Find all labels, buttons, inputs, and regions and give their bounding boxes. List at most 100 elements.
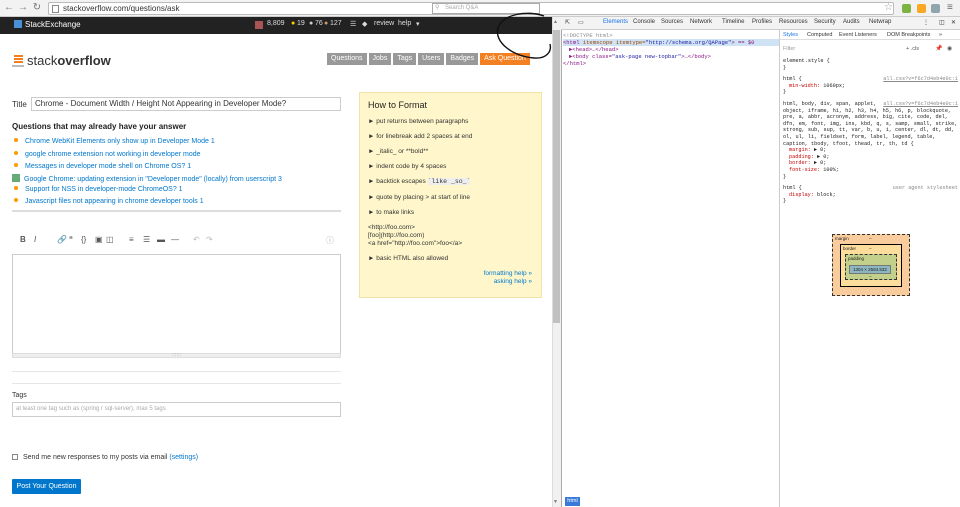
tab-audits[interactable]: Audits	[843, 19, 860, 25]
nav-users[interactable]: Users	[418, 53, 445, 65]
toggle-element-state-icon[interactable]: ◉	[947, 45, 952, 52]
tab-network[interactable]: Network	[690, 19, 712, 25]
tab-styles[interactable]: Styles	[783, 32, 798, 38]
back-icon[interactable]: ←	[3, 2, 15, 14]
nav-badges[interactable]: Badges	[446, 53, 479, 65]
how-to-format-heading: How to Format	[368, 100, 428, 110]
similar-question-item[interactable]: google chrome extension not working in d…	[14, 151, 334, 158]
tab-console[interactable]: Console	[633, 19, 655, 25]
tab-timeline[interactable]: Timeline	[722, 19, 744, 25]
close-devtools-icon[interactable]: ✕	[951, 19, 956, 26]
extension-icon[interactable]	[917, 4, 926, 13]
italic-icon[interactable]: I	[34, 235, 36, 244]
forward-icon[interactable]: →	[17, 2, 29, 14]
snippet-icon[interactable]: ◫	[106, 235, 114, 244]
tab-profiles[interactable]: Profiles	[752, 19, 772, 25]
tab-resources[interactable]: Resources	[779, 19, 808, 25]
so-logo[interactable]: stackoverflow	[12, 53, 111, 68]
tab-sources[interactable]: Sources	[661, 19, 683, 25]
tab-elements[interactable]: Elements	[603, 19, 628, 25]
dock-icon[interactable]: ◫	[939, 19, 945, 26]
device-mode-icon[interactable]: ▭	[578, 19, 584, 26]
tab-computed[interactable]: Computed	[807, 32, 832, 38]
css-selector[interactable]: element.style {	[783, 58, 958, 65]
bookmark-star-icon[interactable]: ☆	[884, 2, 893, 14]
scroll-up-icon[interactable]: ▲	[553, 19, 558, 25]
redo-icon[interactable]: ↷	[206, 235, 213, 244]
tab-event-listeners[interactable]: Event Listeners	[839, 32, 877, 38]
bronze-badge-count: 127	[330, 20, 342, 27]
dom-node-selected[interactable]: <html itemscope itemtype="http://schema.…	[563, 39, 779, 46]
help-link[interactable]: help	[398, 20, 411, 27]
scroll-down-icon[interactable]: ▼	[553, 499, 558, 505]
styles-filter-input[interactable]: Filter	[783, 46, 795, 52]
devtools-tabbar: ⇱ ▭ Elements Console Sources Network Tim…	[561, 17, 960, 30]
tags-input[interactable]: at least one tag such as (spring r sql-s…	[12, 402, 341, 417]
post-question-button[interactable]: Post Your Question	[12, 479, 81, 494]
tab-dom-breakpoints[interactable]: DOM Breakpoints	[887, 32, 930, 38]
site-switcher-icon[interactable]: ▾	[416, 20, 420, 28]
tab-security[interactable]: Security	[814, 19, 836, 25]
tags-label: Tags	[12, 392, 27, 399]
vote-indicator-icon	[14, 163, 18, 167]
heading-icon[interactable]: ▬	[157, 235, 165, 244]
editor-help-icon[interactable]: ⓘ	[326, 235, 334, 246]
pin-icon[interactable]: 📌	[935, 45, 942, 52]
dom-node[interactable]: </html>	[563, 60, 779, 67]
asking-help-link[interactable]: asking help »	[494, 278, 532, 285]
dom-node[interactable]: ►<head>…</head>	[563, 46, 779, 53]
bold-icon[interactable]: B	[20, 235, 26, 244]
undo-icon[interactable]: ↶	[193, 235, 200, 244]
blockquote-icon[interactable]: “	[69, 235, 73, 244]
tab-netwrap[interactable]: Netwrap	[869, 19, 891, 25]
bulleted-list-icon[interactable]: ☰	[143, 235, 150, 244]
settings-link[interactable]: (settings)	[169, 454, 198, 461]
dom-breadcrumb[interactable]: html	[565, 497, 580, 506]
page-scrollbar-thumb[interactable]	[553, 30, 560, 323]
accepted-answer-icon	[12, 174, 20, 182]
dom-node[interactable]: ►<body class="ask-page new-topbar">…</bo…	[563, 53, 779, 60]
more-tabs-icon[interactable]: »	[939, 32, 942, 38]
email-notify-checkbox[interactable]	[12, 454, 18, 460]
css-selector[interactable]: html {	[783, 76, 802, 82]
css-selector[interactable]: html {	[783, 185, 802, 191]
achievements-icon[interactable]: ◆	[362, 20, 367, 28]
link-icon[interactable]: 🔗	[57, 235, 67, 244]
similar-question-item[interactable]: Messages in developer mode shell on Chro…	[14, 163, 334, 170]
similar-question-item[interactable]: Support for NSS in developer-mode Chrome…	[14, 186, 334, 193]
nav-tags[interactable]: Tags	[393, 53, 417, 65]
similar-question-item[interactable]: Chrome WebKit Elements only show up in D…	[14, 138, 334, 145]
format-tip: ► indent code by 4 spaces	[368, 163, 447, 170]
dom-node[interactable]: <!DOCTYPE html>	[563, 32, 779, 39]
inbox-icon[interactable]: ☰	[350, 20, 356, 28]
se-brand[interactable]: StackExchange	[14, 20, 81, 29]
reload-icon[interactable]: ↻	[31, 2, 43, 14]
menu-icon[interactable]: ≡	[947, 2, 953, 14]
image-icon[interactable]: ▣	[95, 235, 103, 244]
css-selector[interactable]: html, body, div, span, applet, object, i…	[783, 101, 957, 147]
numbered-list-icon[interactable]: ≡	[129, 235, 134, 244]
horizontal-rule-icon[interactable]: —	[171, 235, 179, 244]
extension-icon[interactable]	[931, 4, 940, 13]
suggestions-scrollbar[interactable]	[12, 210, 341, 212]
title-input[interactable]: Chrome - Document Width / Height Not App…	[31, 97, 341, 111]
styles-filter-tools[interactable]: + .cls	[906, 46, 919, 52]
formatting-help-link[interactable]: formatting help »	[484, 270, 532, 277]
nav-questions[interactable]: Questions	[327, 53, 367, 65]
similar-question-item[interactable]: Google Chrome: updating extension in "De…	[12, 174, 334, 183]
nav-jobs[interactable]: Jobs	[368, 53, 392, 65]
extension-icon[interactable]	[902, 4, 911, 13]
avatar[interactable]	[255, 21, 263, 29]
editor-resize-grip[interactable]: ∷∷∷	[12, 353, 341, 358]
inspect-icon[interactable]: ⇱	[565, 19, 570, 26]
code-icon[interactable]: {}	[81, 235, 86, 244]
devtools-menu-icon[interactable]: ⋮	[923, 19, 929, 26]
question-body-editor[interactable]	[12, 254, 341, 354]
review-link[interactable]: review	[374, 20, 394, 27]
similar-question-item[interactable]: Javascript files not appearing in chrome…	[14, 198, 334, 205]
format-tip: ► for linebreak add 2 spaces at end	[368, 133, 473, 140]
css-source-link[interactable]: all.css?v=f6c7d4eb4e0c:1	[883, 101, 958, 108]
reputation-count[interactable]: 8,809	[267, 20, 285, 27]
css-source-link[interactable]: all.css?v=f6c7d4eb4e0c:1	[883, 76, 958, 83]
title-label: Title	[12, 100, 27, 109]
